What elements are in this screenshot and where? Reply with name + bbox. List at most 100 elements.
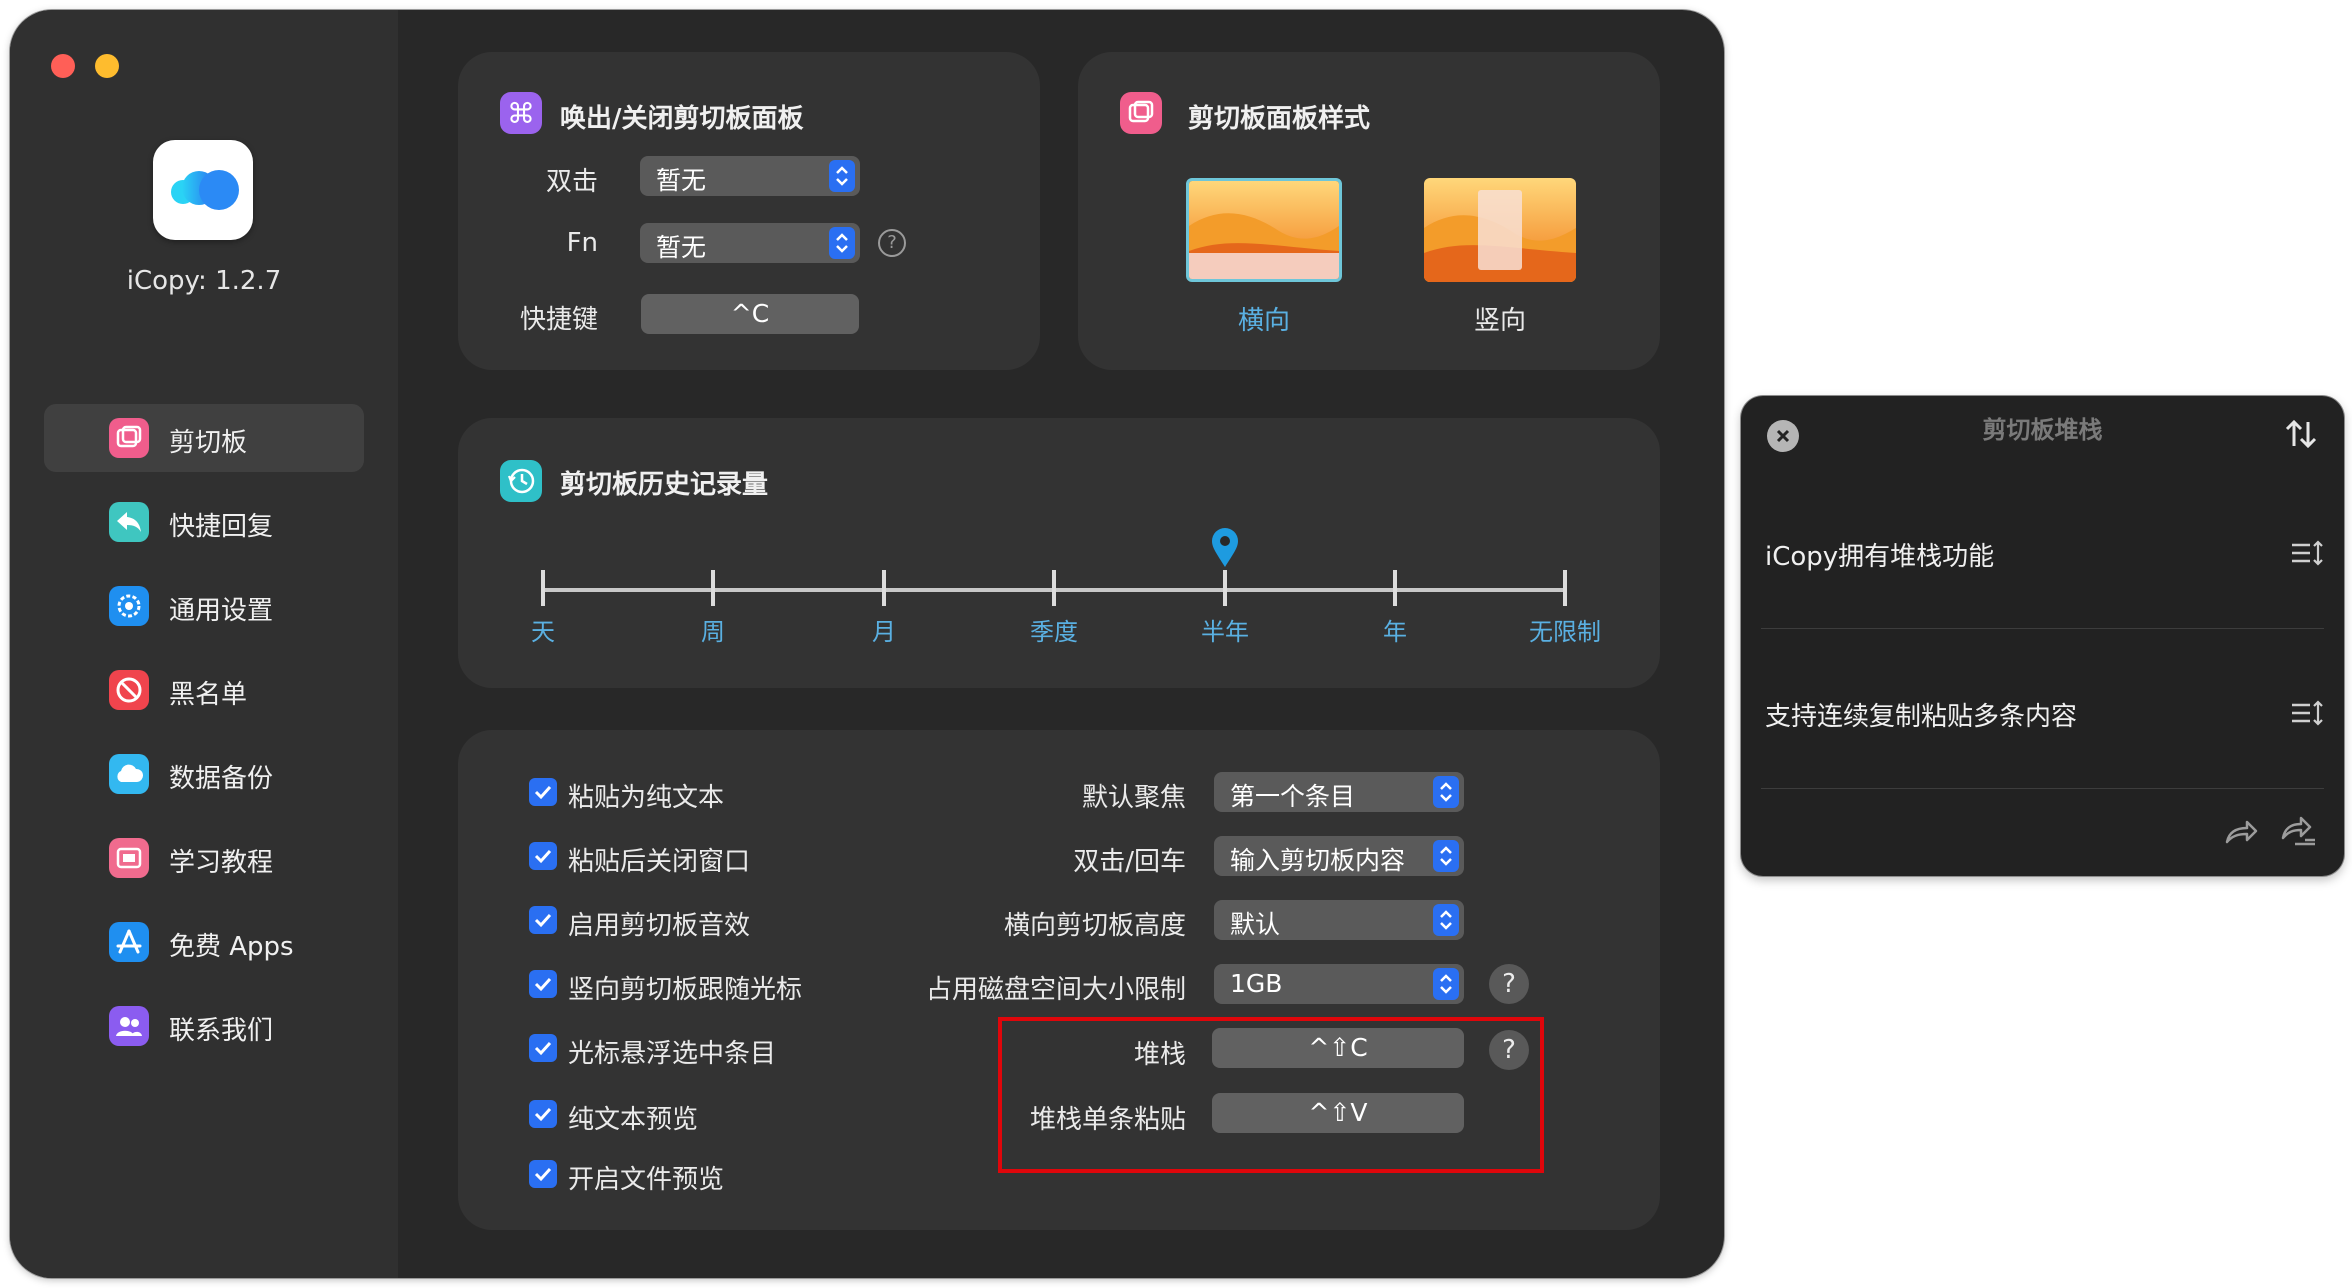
sidebar-item-label: 通用设置 — [169, 596, 274, 626]
help-icon[interactable]: ? — [1489, 964, 1529, 1004]
enter-action-select[interactable]: 输入剪切板内容 — [1214, 836, 1464, 876]
tick-label-unlimited: 无限制 — [1529, 618, 1601, 646]
vertical-style-label: 竖向 — [1473, 306, 1526, 336]
reorder-list-icon[interactable] — [2290, 698, 2324, 728]
slider-tick — [1052, 570, 1056, 606]
tutorial-icon — [109, 838, 149, 878]
stepper-chevrons-icon — [1433, 840, 1459, 872]
reorder-list-icon[interactable] — [2290, 538, 2324, 568]
sort-arrows-icon[interactable] — [2281, 414, 2321, 454]
checkbox-checked-icon[interactable] — [529, 906, 557, 934]
minimize-window-button[interactable] — [95, 54, 119, 78]
fn-select[interactable]: 暂无 — [640, 223, 860, 263]
slider-tick — [882, 570, 886, 606]
stepper-chevrons-icon — [1433, 968, 1459, 1000]
disk-limit-label: 占用磁盘空间大小限制 — [925, 975, 1186, 1005]
slider-tick — [541, 570, 545, 606]
sidebar-item-blacklist[interactable]: 黑名单 — [44, 656, 364, 724]
panel-height-select[interactable]: 默认 — [1214, 900, 1464, 940]
slider-tick — [711, 570, 715, 606]
panel-style-card: 剪切板面板样式 横向 竖向 — [1078, 52, 1660, 370]
app-version: iCopy: 1.2.7 — [126, 266, 282, 296]
double-click-value: 暂无 — [656, 166, 707, 195]
checkbox-checked-icon[interactable] — [529, 1100, 557, 1128]
checkbox-checked-icon[interactable] — [529, 1034, 557, 1062]
double-click-label: 双击 — [545, 167, 598, 197]
sidebar-item-contact[interactable]: 联系我们 — [44, 992, 364, 1060]
enter-action-value: 输入剪切板内容 — [1230, 846, 1406, 875]
sidebar-item-label: 学习教程 — [169, 848, 274, 878]
sidebar-item-label: 黑名单 — [169, 680, 248, 710]
sidebar-item-general-settings[interactable]: 通用设置 — [44, 572, 364, 640]
sidebar-item-tutorial[interactable]: 学习教程 — [44, 824, 364, 892]
checkbox-checked-icon[interactable] — [529, 1160, 557, 1188]
checkbox-label: 开启文件预览 — [568, 1165, 725, 1195]
highlight-box — [998, 1017, 1544, 1173]
cloud-icon — [109, 754, 149, 794]
stack-item[interactable]: iCopy拥有堆栈功能 — [1765, 536, 1994, 573]
panel-title: 剪切板堆栈 — [1982, 416, 2103, 444]
checkbox-checked-icon[interactable] — [529, 842, 557, 870]
clipboard-icon — [109, 418, 149, 458]
slider-tick — [1563, 570, 1567, 606]
stack-item[interactable]: 支持连续复制粘贴多条内容 — [1765, 696, 2077, 733]
contact-icon — [109, 1006, 149, 1046]
block-icon — [109, 670, 149, 710]
card-title: 唤出/关闭剪切板面板 — [560, 104, 804, 134]
disk-limit-value: 1GB — [1230, 969, 1283, 998]
default-focus-value: 第一个条目 — [1230, 782, 1356, 811]
tick-label-quarter: 季度 — [1030, 618, 1078, 646]
slider-tick — [1393, 570, 1397, 606]
divider — [1761, 628, 2324, 629]
history-clock-icon — [500, 460, 542, 502]
sidebar-item-free-apps[interactable]: 免费 Apps — [44, 908, 364, 976]
card-title: 剪切板历史记录量 — [560, 470, 769, 500]
clipboard-stack-panel: 剪切板堆栈 iCopy拥有堆栈功能 支持连续复制粘贴多条内容 — [1741, 396, 2344, 876]
checkbox-label: 粘贴后关闭窗口 — [568, 847, 751, 877]
panel-height-value: 默认 — [1230, 910, 1281, 939]
fn-label: Fn — [566, 228, 598, 258]
svg-text:⌘: ⌘ — [507, 97, 535, 130]
tick-label-day: 天 — [531, 618, 555, 646]
hotkey-recorder[interactable]: ^C — [641, 294, 859, 334]
double-click-select[interactable]: 暂无 — [640, 156, 860, 196]
history-card: 剪切板历史记录量 — [458, 418, 1660, 688]
checkbox-label: 纯文本预览 — [568, 1105, 699, 1135]
checkbox-label: 竖向剪切板跟随光标 — [568, 975, 803, 1005]
slider-thumb[interactable] — [1210, 526, 1240, 568]
sidebar-item-quick-reply[interactable]: 快捷回复 — [44, 488, 364, 556]
divider — [1761, 788, 2324, 789]
horizontal-style-thumbnail — [1186, 178, 1342, 282]
sidebar-item-label: 免费 Apps — [169, 932, 294, 962]
default-focus-select[interactable]: 第一个条目 — [1214, 772, 1464, 812]
hotkey-label: 快捷键 — [519, 305, 598, 335]
quick-reply-icon — [109, 502, 149, 542]
clipboard-icon — [1120, 92, 1162, 134]
stepper-chevrons-icon — [1433, 776, 1459, 808]
sidebar-nav: 剪切板 快捷回复 通用设置 黑名单 数据备份 学习教程 免费 Apps 联系我们 — [44, 404, 364, 1076]
sidebar-item-backup[interactable]: 数据备份 — [44, 740, 364, 808]
sidebar-item-clipboard[interactable]: 剪切板 — [44, 404, 364, 472]
tick-label-month: 月 — [872, 618, 896, 646]
checkbox-label: 光标悬浮选中条目 — [568, 1039, 777, 1069]
tick-label-year: 年 — [1383, 618, 1407, 646]
checkbox-checked-icon[interactable] — [529, 970, 557, 998]
toggle-panel-card: ⌘ 唤出/关闭剪切板面板 双击 暂无 Fn 暂无 ? 快捷键 ^C — [458, 52, 1040, 370]
disk-limit-select[interactable]: 1GB — [1214, 964, 1464, 1004]
checkbox-label: 启用剪切板音效 — [568, 911, 751, 941]
stepper-chevrons-icon — [829, 227, 855, 259]
share-arrow-icon[interactable] — [2221, 814, 2261, 850]
help-icon[interactable]: ? — [878, 229, 906, 257]
paste-all-icon[interactable] — [2279, 814, 2319, 850]
checkbox-label: 粘贴为纯文本 — [568, 783, 725, 813]
sidebar-item-label: 数据备份 — [169, 764, 274, 794]
tick-label-half-year: 半年 — [1201, 618, 1249, 646]
stepper-chevrons-icon — [1433, 904, 1459, 936]
gear-icon — [109, 586, 149, 626]
horizontal-style-label: 横向 — [1237, 306, 1290, 336]
close-window-button[interactable] — [51, 54, 75, 78]
card-title: 剪切板面板样式 — [1188, 104, 1371, 134]
tick-label-week: 周 — [701, 618, 725, 646]
sidebar: iCopy: 1.2.7 剪切板 快捷回复 通用设置 黑名单 数据备份 学习教程… — [10, 10, 398, 1278]
checkbox-checked-icon[interactable] — [529, 778, 557, 806]
